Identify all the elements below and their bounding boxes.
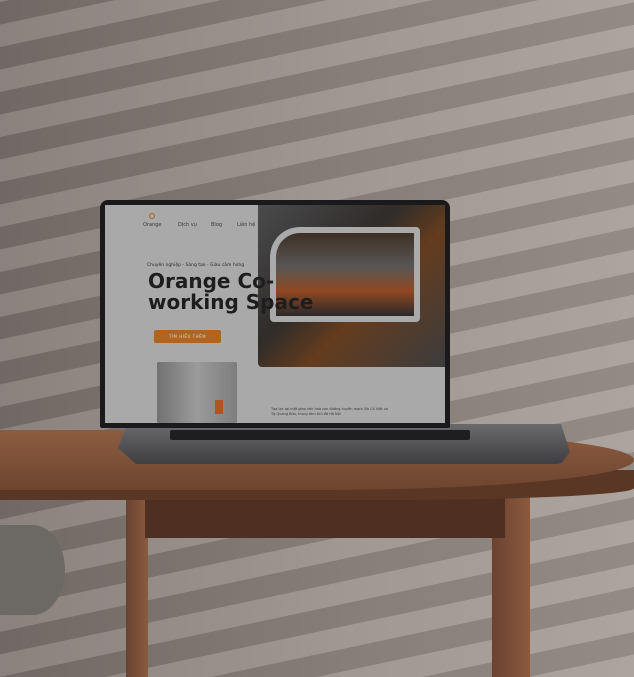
power-logo-icon xyxy=(149,213,155,219)
laptop-screen: Orange Dịch vụ Blog Liên hệ Chuyên nghiệ… xyxy=(105,205,445,423)
hero-title: Orange Co-working Space xyxy=(148,269,314,314)
nav-item-blog[interactable]: Blog xyxy=(211,222,222,228)
intro-paragraph: Tọa lạc tại một giao văn hoá con đường h… xyxy=(271,407,388,416)
nav-item-contact[interactable]: Liên hệ xyxy=(237,222,255,228)
orange-chair-image xyxy=(215,400,223,414)
learn-more-button[interactable]: TÌM HIỂU THÊM xyxy=(154,330,221,343)
laptop-keyboard xyxy=(170,430,470,440)
interior-photo xyxy=(157,362,237,423)
nav-item-services[interactable]: Dịch vụ xyxy=(178,222,197,228)
tagline: Chuyên nghiệp - Sáng tạo - Giàu cảm hứng xyxy=(147,263,245,268)
chair xyxy=(0,525,65,615)
logo-text[interactable]: Orange xyxy=(143,222,161,228)
